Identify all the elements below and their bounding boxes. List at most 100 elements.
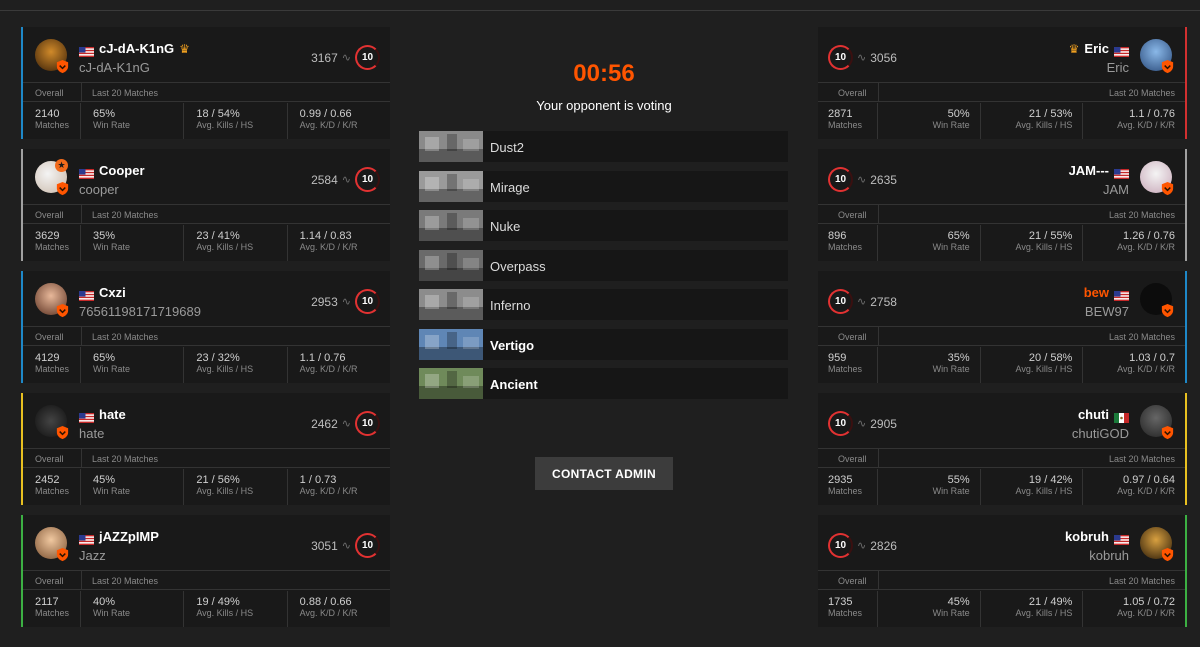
player-nickname[interactable]: JAM--- bbox=[1069, 163, 1109, 178]
trend-icon: ∿ bbox=[857, 418, 867, 430]
trend-icon: ∿ bbox=[857, 296, 867, 308]
stat-value: 1.26 / 0.76 bbox=[1123, 230, 1176, 242]
map-name: Nuke bbox=[490, 219, 521, 234]
stats-header-row: Overall Last 20 Matches bbox=[818, 82, 1185, 102]
player-card-left[interactable]: ★ Cooper cooper 2584 ∿ 10 Overall Last 20 Match… bbox=[21, 149, 390, 261]
overall-label: Overall bbox=[35, 576, 64, 586]
stat-value: 50% bbox=[947, 108, 970, 120]
stat-kd-kr: 1.03 / 0.7 Avg. K/D / K/R bbox=[1083, 347, 1185, 383]
stat-value: 21 / 56% bbox=[196, 474, 240, 486]
stat-matches: 2452 Matches bbox=[23, 469, 81, 505]
player-avatar[interactable] bbox=[35, 283, 69, 318]
trend-icon: ∿ bbox=[341, 174, 351, 186]
header-divider bbox=[81, 205, 82, 224]
map-option[interactable]: Inferno bbox=[419, 289, 788, 320]
player-avatar[interactable] bbox=[35, 527, 69, 562]
player-avatar[interactable] bbox=[1140, 283, 1174, 318]
player-card-right[interactable]: ♛ Eric Eric 10 ∿ 3056 Overall Last 20 Matches 28… bbox=[818, 27, 1187, 139]
stat-label: Avg. K/D / K/R bbox=[299, 486, 358, 496]
map-option[interactable]: Ancient bbox=[419, 368, 788, 399]
map-option[interactable]: Overpass bbox=[419, 249, 788, 281]
player-avatar[interactable] bbox=[35, 405, 69, 440]
trend-icon: ∿ bbox=[341, 418, 351, 430]
player-avatar[interactable] bbox=[1140, 39, 1174, 74]
stat-label: Matches bbox=[35, 364, 70, 374]
player-card-left[interactable]: cJ-dA-K1nG ♛ cJ-dA-K1nG 3167 ∿ 10 Overall Last … bbox=[21, 27, 390, 139]
stat-kills-hs: 20 / 58% Avg. Kills / HS bbox=[981, 347, 1084, 383]
stat-value: 40% bbox=[93, 596, 116, 608]
country-flag-icon bbox=[1114, 44, 1129, 57]
stats-header-row: Overall Last 20 Matches bbox=[818, 448, 1185, 468]
stats-row: 2117 Matches 40% Win Rate 19 / 49% Avg. Kills… bbox=[23, 591, 390, 627]
stat-label: Matches bbox=[828, 364, 863, 374]
elo-block: 10 ∿ 3056 bbox=[828, 45, 897, 70]
player-game-name: Eric bbox=[1106, 60, 1129, 75]
stats-header-row: Overall Last 20 Matches bbox=[23, 448, 390, 468]
player-nickname[interactable]: kobruh bbox=[1065, 529, 1109, 544]
map-option[interactable]: Vertigo bbox=[419, 328, 788, 360]
player-game-name: hate bbox=[79, 426, 105, 441]
player-card-right[interactable]: JAM--- JAM 10 ∿ 2635 Overall Last 20 Matches 89… bbox=[818, 149, 1187, 261]
player-avatar[interactable] bbox=[1140, 405, 1174, 440]
stat-label: Matches bbox=[828, 242, 863, 252]
stat-label: Avg. Kills / HS bbox=[196, 120, 254, 130]
player-avatar[interactable] bbox=[1140, 161, 1174, 196]
player-nickname[interactable]: chuti bbox=[1078, 407, 1109, 422]
player-nickname[interactable]: hate bbox=[99, 407, 126, 422]
stat-matches: 2871 Matches bbox=[818, 103, 878, 139]
player-nickname[interactable]: Cxzi bbox=[99, 285, 126, 300]
stat-label: Win Rate bbox=[932, 486, 970, 496]
player-card-left[interactable]: Cxzi 76561198171719689 2953 ∿ 10 Overall Last … bbox=[21, 271, 390, 383]
stat-label: Matches bbox=[35, 120, 70, 130]
header-divider bbox=[878, 83, 879, 102]
elo-value: 2635 bbox=[870, 172, 897, 187]
vote-timer: 00:56 bbox=[573, 60, 635, 87]
stat-win-rate: 45% Win Rate bbox=[878, 591, 981, 627]
stat-value: 19 / 49% bbox=[196, 596, 240, 608]
player-card-right[interactable]: bew BEW97 10 ∿ 2758 Overall Last 20 Matches 959… bbox=[818, 271, 1187, 383]
player-nickname[interactable]: jAZZpIMP bbox=[99, 529, 159, 544]
stats-row: 4129 Matches 65% Win Rate 23 / 32% Avg. Kills… bbox=[23, 347, 390, 383]
player-card-right[interactable]: kobruh kobruh 10 ∿ 2826 Overall Last 20 Matche… bbox=[818, 515, 1187, 627]
stat-value: 21 / 55% bbox=[1028, 230, 1073, 242]
player-nickname[interactable]: cJ-dA-K1nG bbox=[99, 41, 174, 56]
stats-row: 2140 Matches 65% Win Rate 18 / 54% Avg. Kills… bbox=[23, 103, 390, 139]
last-20-label: Last 20 Matches bbox=[92, 210, 159, 220]
stats-header-row: Overall Last 20 Matches bbox=[23, 82, 390, 102]
overall-label: Overall bbox=[35, 454, 64, 464]
player-card-left[interactable]: hate hate 2462 ∿ 10 Overall Last 20 Matches 245… bbox=[21, 393, 390, 505]
map-option[interactable]: Dust2 bbox=[419, 131, 788, 162]
player-avatar[interactable]: ★ bbox=[35, 159, 69, 196]
player-name-line: Cooper bbox=[79, 163, 145, 179]
trend-icon: ∿ bbox=[857, 540, 867, 552]
stat-win-rate: 50% Win Rate bbox=[878, 103, 981, 139]
country-flag-icon bbox=[79, 288, 94, 301]
stats-header-row: Overall Last 20 Matches bbox=[818, 204, 1185, 224]
stat-matches: 2117 Matches bbox=[23, 591, 81, 627]
player-nickname[interactable]: Eric bbox=[1084, 41, 1109, 56]
stat-label: Win Rate bbox=[932, 120, 970, 130]
map-option[interactable]: Nuke bbox=[419, 210, 788, 241]
stat-value: 0.88 / 0.66 bbox=[299, 596, 352, 608]
stat-label: Win Rate bbox=[93, 608, 131, 618]
overall-label: Overall bbox=[838, 454, 867, 464]
player-avatar[interactable] bbox=[35, 39, 69, 74]
player-card-left[interactable]: jAZZpIMP Jazz 3051 ∿ 10 Overall Last 20 Matche… bbox=[21, 515, 390, 627]
stat-value: 18 / 54% bbox=[196, 108, 240, 120]
trend-icon: ∿ bbox=[857, 174, 867, 186]
player-nickname[interactable]: bew bbox=[1084, 285, 1109, 300]
player-nickname[interactable]: Cooper bbox=[99, 163, 145, 178]
stats-row: 1735 Matches 45% Win Rate 21 / 49% Avg. Kills… bbox=[818, 591, 1185, 627]
stat-kd-kr: 0.88 / 0.66 Avg. K/D / K/R bbox=[288, 591, 390, 627]
skill-level-icon: 10 bbox=[828, 45, 853, 70]
stat-label: Avg. Kills / HS bbox=[1015, 242, 1073, 252]
player-card-right[interactable]: chuti chutiGOD 10 ∿ 2905 Overall Last 20 Match… bbox=[818, 393, 1187, 505]
player-avatar[interactable] bbox=[1140, 527, 1174, 562]
captain-crown-icon: ♛ bbox=[179, 41, 190, 56]
country-flag-icon bbox=[1114, 532, 1129, 545]
map-option[interactable]: Mirage bbox=[419, 170, 788, 202]
stat-label: Avg. Kills / HS bbox=[196, 486, 254, 496]
contact-admin-button[interactable]: CONTACT ADMIN bbox=[535, 457, 673, 490]
stat-label: Avg. K/D / K/R bbox=[299, 242, 358, 252]
stat-value: 1.03 / 0.7 bbox=[1129, 352, 1176, 364]
